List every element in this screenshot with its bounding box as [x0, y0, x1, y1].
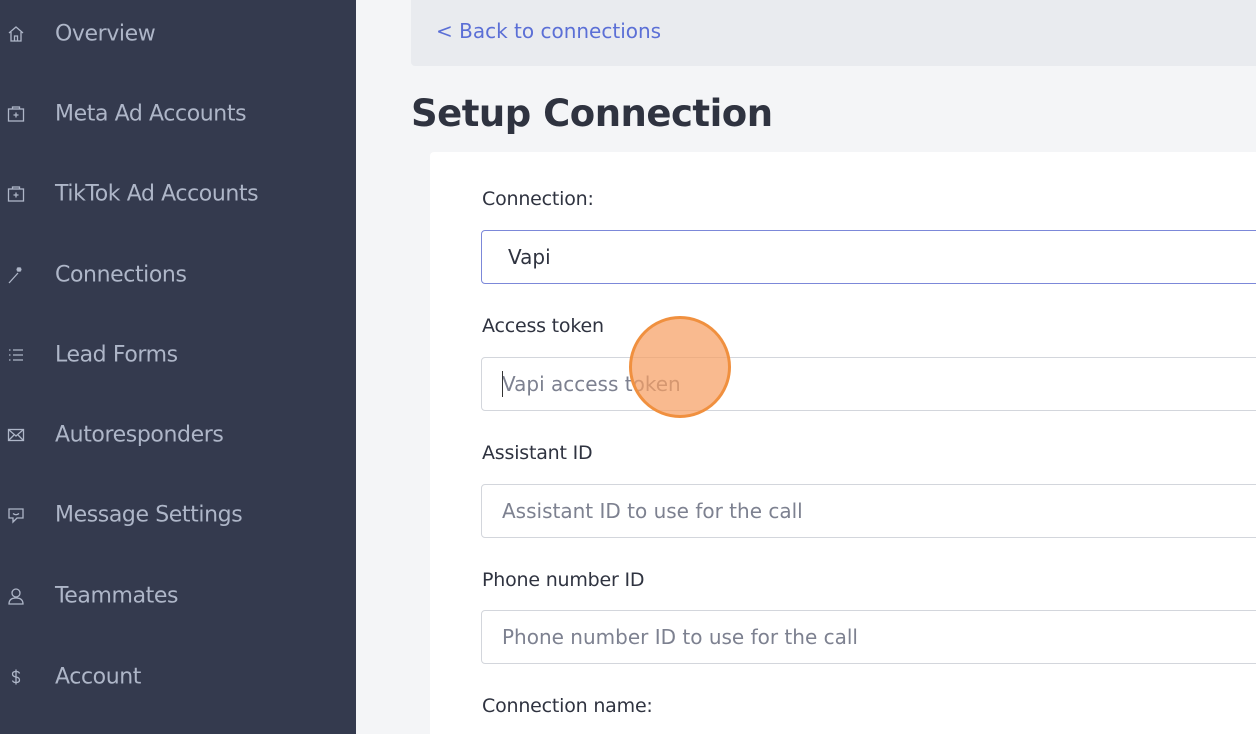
dollar-icon [5, 666, 27, 688]
user-icon [5, 585, 27, 607]
sidebar-item-connections[interactable]: Connections [0, 250, 356, 300]
connection-select-value: Vapi [508, 245, 551, 269]
connection-name-label: Connection name: [482, 695, 653, 717]
sidebar-item-label: Account [55, 664, 142, 690]
sidebar-item-label: Meta Ad Accounts [55, 101, 247, 127]
magic-wand-icon [5, 264, 27, 286]
phone-number-id-input[interactable]: Phone number ID to use for the call [481, 610, 1256, 664]
sidebar-item-label: Lead Forms [55, 342, 178, 368]
main-content: < Back to connections Setup Connection C… [356, 0, 1256, 734]
phone-number-id-placeholder: Phone number ID to use for the call [502, 625, 858, 649]
folder-plus-icon [5, 103, 27, 125]
sidebar-item-overview[interactable]: Overview [0, 9, 356, 59]
sidebar-item-account[interactable]: Account [0, 652, 356, 702]
list-icon [5, 344, 27, 366]
access-token-placeholder: Vapi access token [502, 372, 681, 396]
assistant-id-input[interactable]: Assistant ID to use for the call [481, 484, 1256, 538]
sidebar-item-tiktok-ad-accounts[interactable]: TikTok Ad Accounts [0, 169, 356, 219]
text-caret [502, 371, 503, 397]
folder-plus-icon [5, 183, 27, 205]
assistant-id-label: Assistant ID [482, 442, 593, 464]
assistant-id-placeholder: Assistant ID to use for the call [502, 499, 803, 523]
sidebar-item-label: Teammates [55, 583, 179, 609]
connection-select[interactable]: Vapi [481, 230, 1256, 284]
access-token-label: Access token [482, 315, 604, 337]
sidebar-item-label: Autoresponders [55, 422, 224, 448]
sidebar-item-label: Message Settings [55, 502, 243, 528]
home-icon [5, 23, 27, 45]
access-token-input[interactable]: Vapi access token [481, 357, 1256, 411]
sidebar: Overview Meta Ad Accounts TikTok Ad Acco… [0, 0, 356, 734]
mail-icon [5, 424, 27, 446]
page-title: Setup Connection [411, 92, 773, 135]
sidebar-item-label: Connections [55, 262, 187, 288]
back-to-connections-link[interactable]: < Back to connections [436, 19, 661, 43]
breadcrumb: < Back to connections [411, 0, 1256, 66]
sidebar-item-label: Overview [55, 21, 156, 47]
sidebar-item-teammates[interactable]: Teammates [0, 571, 356, 621]
connection-form: Connection: Vapi Access token Vapi acces… [430, 152, 1256, 734]
phone-number-id-label: Phone number ID [482, 569, 645, 591]
sidebar-item-meta-ad-accounts[interactable]: Meta Ad Accounts [0, 89, 356, 139]
chat-icon [5, 504, 27, 526]
sidebar-item-message-settings[interactable]: Message Settings [0, 490, 356, 540]
connection-label: Connection: [482, 188, 594, 210]
sidebar-item-lead-forms[interactable]: Lead Forms [0, 330, 356, 380]
sidebar-item-label: TikTok Ad Accounts [55, 181, 259, 207]
sidebar-item-autoresponders[interactable]: Autoresponders [0, 410, 356, 460]
